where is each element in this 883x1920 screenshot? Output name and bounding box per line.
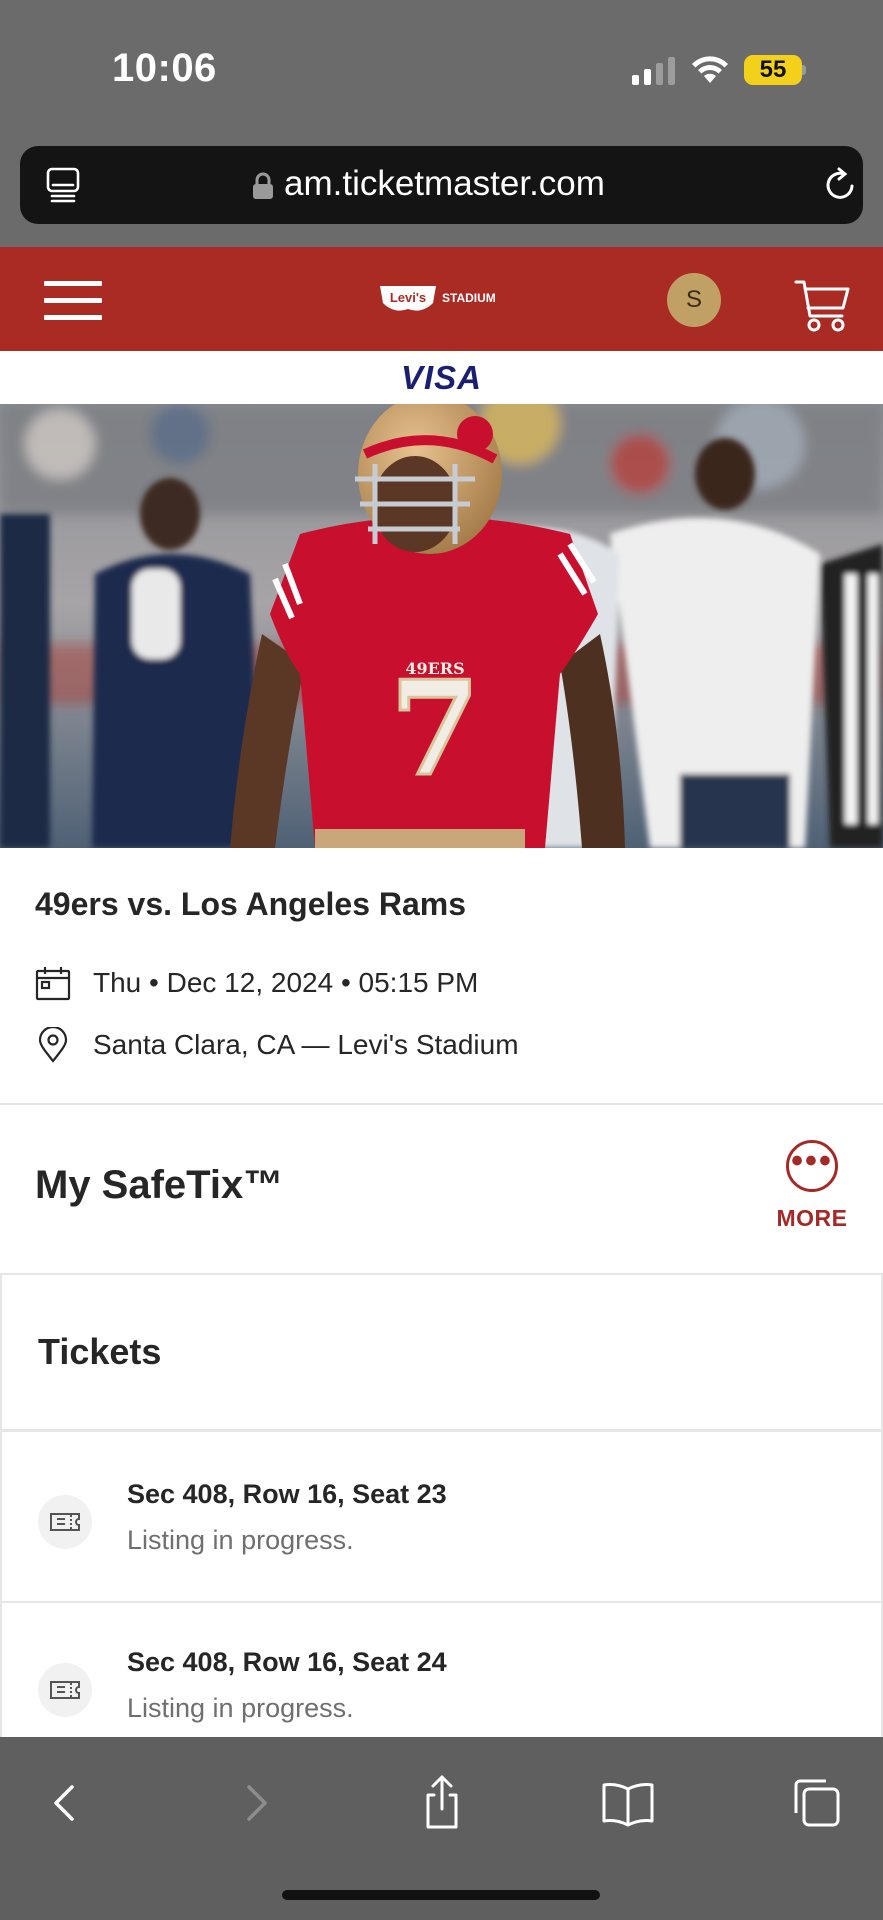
tickets-header: Tickets xyxy=(2,1275,881,1432)
tickets-title: Tickets xyxy=(38,1331,162,1372)
ticket-status: Listing in progress. xyxy=(127,1693,354,1723)
cellular-signal-icon xyxy=(632,57,675,85)
safetix-section: My SafeTix™ ••• MORE xyxy=(0,1105,883,1273)
wifi-icon xyxy=(692,56,728,83)
logo-brand-text: Levi's xyxy=(390,290,426,305)
battery-icon: 55 xyxy=(744,55,806,85)
reload-icon[interactable] xyxy=(822,166,860,204)
reader-icon[interactable] xyxy=(44,166,82,204)
event-location: Santa Clara, CA — Levi's Stadium xyxy=(93,1029,519,1060)
jersey-text: 49ERS xyxy=(405,659,464,678)
hero-image: 7 49ERS xyxy=(0,404,883,848)
share-icon[interactable] xyxy=(412,1773,472,1833)
more-dots: ••• xyxy=(791,1142,833,1180)
ticket-icon xyxy=(38,1663,92,1717)
ticket-seat[interactable]: Sec 408, Row 16, Seat 23 xyxy=(127,1479,447,1510)
menu-icon[interactable] xyxy=(44,281,102,321)
player-photo: 7 49ERS xyxy=(0,404,883,848)
event-title: 49ers vs. Los Angeles Rams xyxy=(35,886,467,922)
calendar-icon xyxy=(35,967,71,1001)
tickets-panel: Tickets Sec 408, Row 16, Seat 23 Listing… xyxy=(0,1273,883,1737)
event-datetime: Thu • Dec 12, 2024 • 05:15 PM xyxy=(93,967,479,998)
bookmarks-icon[interactable] xyxy=(598,1773,658,1833)
tabs-icon[interactable] xyxy=(786,1773,846,1833)
back-icon[interactable] xyxy=(36,1773,96,1833)
avatar[interactable]: S xyxy=(667,273,721,327)
location-pin-icon xyxy=(38,1027,68,1063)
ticket-seat[interactable]: Sec 408, Row 16, Seat 24 xyxy=(127,1647,447,1678)
battery-level: 55 xyxy=(759,56,787,83)
more-icon[interactable]: ••• xyxy=(786,1140,838,1192)
home-indicator[interactable] xyxy=(282,1890,600,1900)
visa-logo: VISA xyxy=(400,359,483,396)
event-details: 49ers vs. Los Angeles Rams Thu • Dec 12,… xyxy=(0,848,883,1105)
ticket-icon xyxy=(38,1495,92,1549)
event-venue-row: Santa Clara, CA — Levi's Stadium xyxy=(35,1023,519,1067)
battery-cap xyxy=(802,65,806,75)
event-date-row: Thu • Dec 12, 2024 • 05:15 PM xyxy=(35,961,478,1005)
levis-stadium-logo: Levi's STADIUM xyxy=(380,286,496,311)
status-time: 10:06 xyxy=(112,46,217,90)
more-button[interactable]: ••• MORE xyxy=(766,1133,856,1237)
ticket-row[interactable]: Sec 408, Row 16, Seat 23 Listing in prog… xyxy=(2,1435,881,1603)
address-bar[interactable]: am.ticketmaster.com xyxy=(20,146,863,224)
ticket-status: Listing in progress. xyxy=(127,1525,354,1555)
cart-icon[interactable] xyxy=(794,278,850,334)
sponsor-strip: VISA xyxy=(0,351,883,404)
status-bar: 10:06 55 xyxy=(0,0,883,140)
lock-icon xyxy=(253,172,273,199)
forward-icon[interactable] xyxy=(225,1773,285,1833)
site-header: Levi's STADIUM xyxy=(0,247,883,351)
safetix-title: My SafeTix™ xyxy=(35,1163,284,1207)
ticket-row[interactable]: Sec 408, Row 16, Seat 24 Listing in prog… xyxy=(2,1603,881,1737)
more-label[interactable]: MORE xyxy=(766,1205,858,1232)
logo-sub-text: STADIUM xyxy=(442,291,496,305)
url-text[interactable]: am.ticketmaster.com xyxy=(284,164,605,204)
